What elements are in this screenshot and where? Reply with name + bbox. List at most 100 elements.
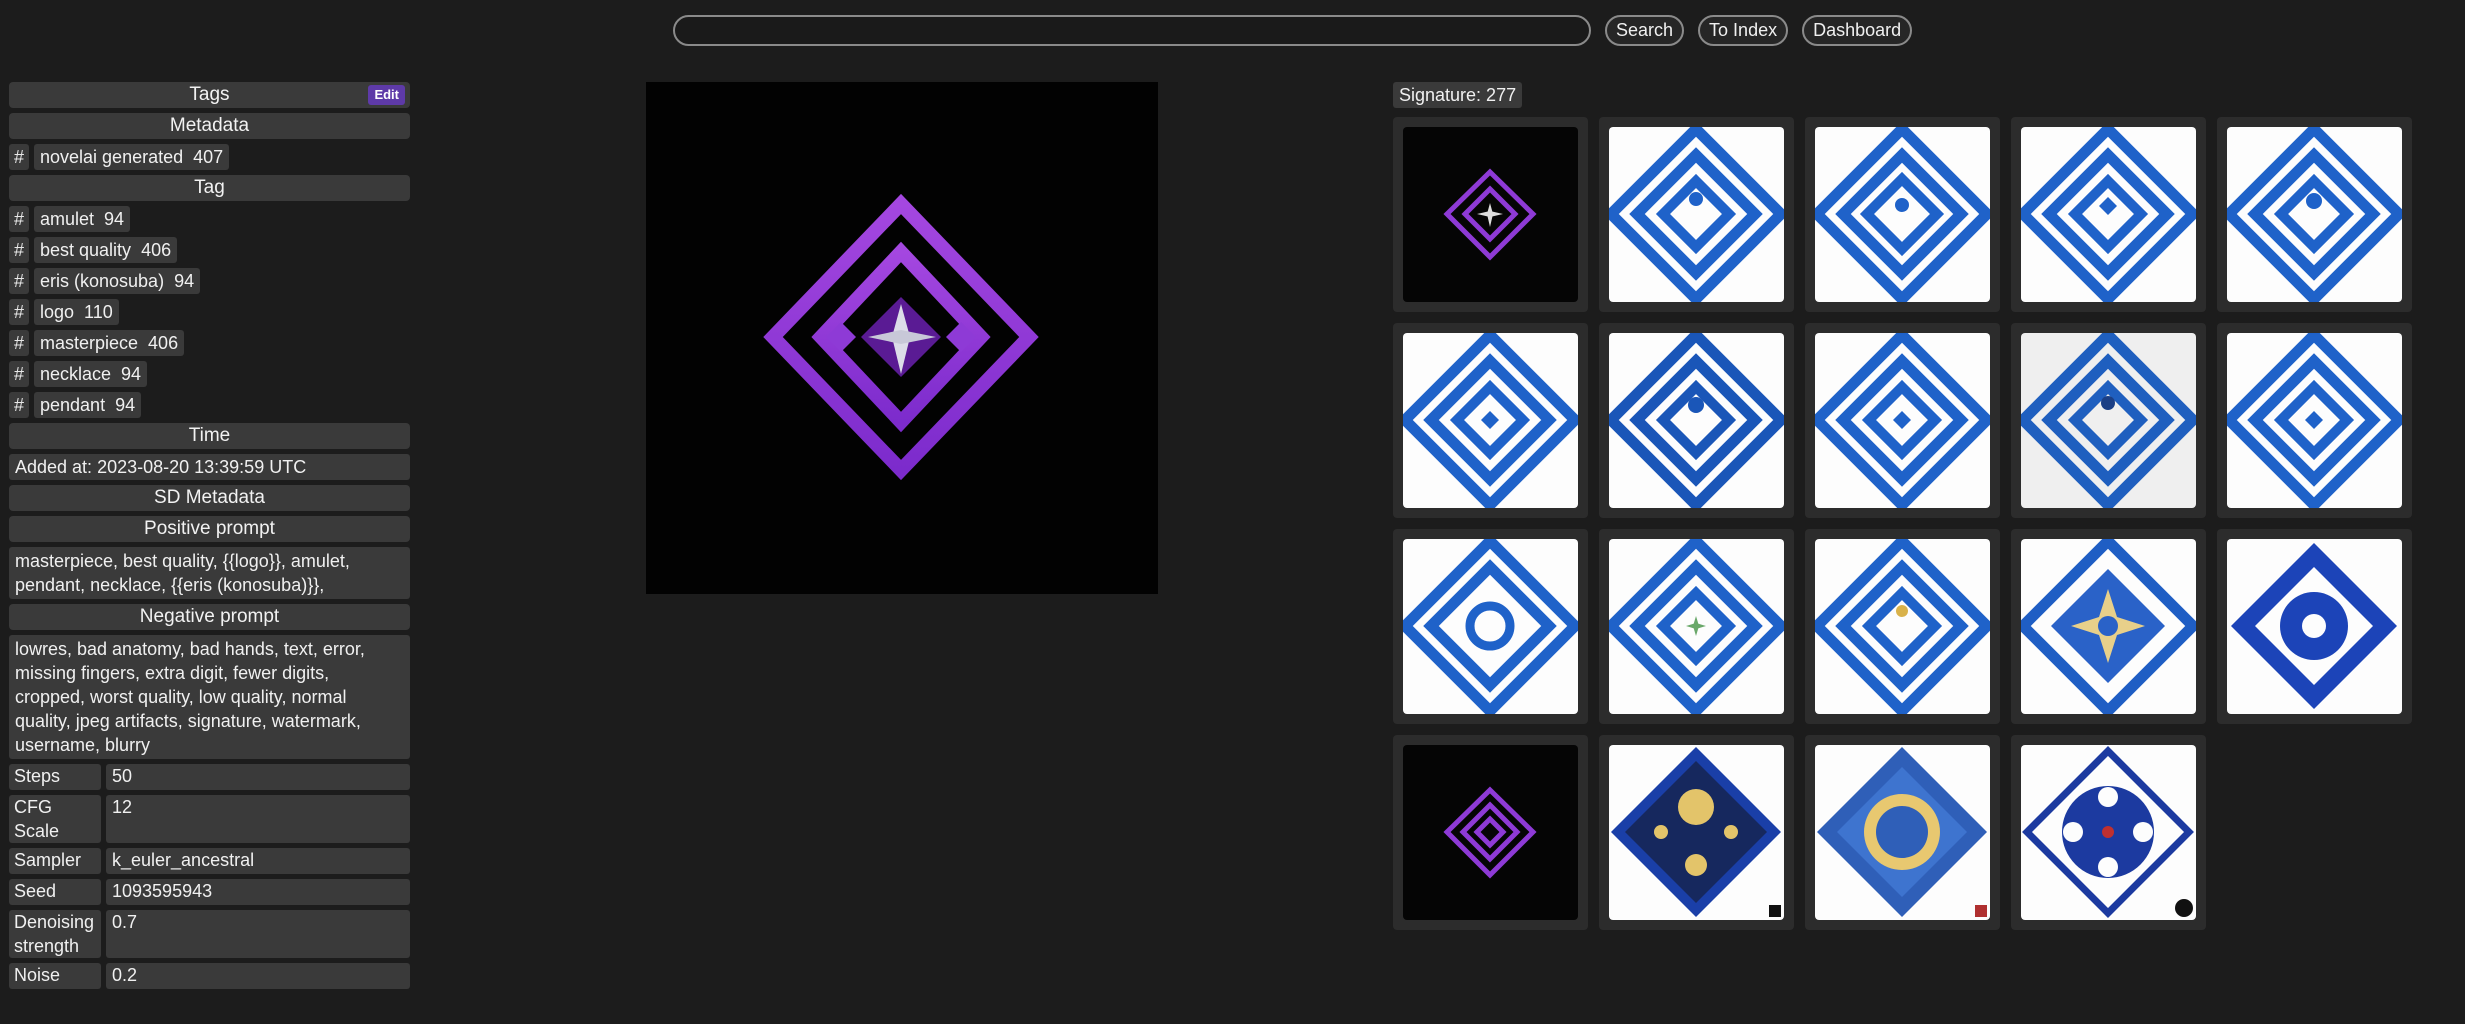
param-value: 0.2 xyxy=(106,963,410,989)
similar-image-tile[interactable] xyxy=(2011,735,2206,930)
tag-row: # necklace 94 xyxy=(9,361,410,387)
tag-hash-button[interactable]: # xyxy=(9,392,29,418)
param-row-steps: Steps 50 xyxy=(9,764,410,790)
param-key: Steps xyxy=(9,764,101,790)
similar-image-tile[interactable] xyxy=(1805,735,2000,930)
tags-header: Tags Edit xyxy=(9,82,410,108)
param-value: 0.7 xyxy=(106,910,410,958)
blue-diamond-thumb xyxy=(2227,127,2402,302)
similar-image-tile[interactable] xyxy=(2217,529,2412,724)
time-header: Time xyxy=(9,423,410,449)
blue-diamond-thumb xyxy=(1609,127,1784,302)
tag-hash-button[interactable]: # xyxy=(9,144,29,170)
tag-name: eris (konosuba) xyxy=(40,271,165,291)
blue-diamond-thumb xyxy=(1609,333,1784,508)
param-row-cfg-scale: CFG Scale 12 xyxy=(9,795,410,843)
main-image xyxy=(646,82,1158,594)
tag-row: # pendant 94 xyxy=(9,392,410,418)
similar-image-tile[interactable] xyxy=(1805,323,2000,518)
similar-image-tile[interactable] xyxy=(1599,735,1794,930)
param-value: 12 xyxy=(106,795,410,843)
similar-image-tile[interactable] xyxy=(2217,323,2412,518)
tag-chip[interactable]: eris (konosuba) 94 xyxy=(34,268,201,294)
tag-chip[interactable]: necklace 94 xyxy=(34,361,148,387)
similar-image-tile[interactable] xyxy=(1393,735,1588,930)
blue-ornament-thumb xyxy=(2231,543,2397,709)
tag-chip[interactable]: amulet 94 xyxy=(34,206,131,232)
similar-image-tile[interactable] xyxy=(1805,117,2000,312)
purple-emblem-image xyxy=(763,193,1039,481)
tag-name: masterpiece xyxy=(40,333,139,353)
similar-image-tile[interactable] xyxy=(2011,323,2206,518)
tag-name: necklace xyxy=(40,364,112,384)
to-index-button[interactable]: To Index xyxy=(1698,14,1789,46)
blue-star-sun-thumb xyxy=(1817,747,1987,917)
tag-count: 406 xyxy=(148,333,179,353)
similar-image-tile[interactable] xyxy=(1599,323,1794,518)
tag-name: amulet xyxy=(40,209,95,229)
blue-diamond-thumb xyxy=(1609,539,1784,714)
tag-hash-button[interactable]: # xyxy=(9,268,29,294)
added-at: Added at: 2023-08-20 13:39:59 UTC xyxy=(9,454,410,480)
param-value: 1093595943 xyxy=(106,879,410,905)
purple-diamond-thumb xyxy=(1443,786,1537,879)
similar-image-tile[interactable] xyxy=(1393,323,1588,518)
similar-image-tile[interactable] xyxy=(1599,117,1794,312)
tag-hash-button[interactable]: # xyxy=(9,299,29,325)
navy-medallion-thumb xyxy=(1611,747,1781,917)
tag-count: 94 xyxy=(174,271,195,291)
search-input[interactable] xyxy=(673,14,1591,46)
tag-row: # logo 110 xyxy=(9,299,410,325)
dashboard-button[interactable]: Dashboard xyxy=(1802,14,1913,46)
negative-prompt: lowres, bad anatomy, bad hands, text, er… xyxy=(9,635,410,759)
blue-diamond-thumb xyxy=(1403,539,1578,714)
tag-row: # novelai generated 407 xyxy=(9,144,410,170)
tag-chip[interactable]: best quality 406 xyxy=(34,237,178,263)
search-button[interactable]: Search xyxy=(1605,14,1685,46)
tag-count: 406 xyxy=(141,240,172,260)
similar-images-grid xyxy=(1393,117,2412,930)
tag-hash-button[interactable]: # xyxy=(9,361,29,387)
tag-chip[interactable]: pendant 94 xyxy=(34,392,142,418)
blue-diamond-thumb xyxy=(1815,333,1990,508)
tag-hash-button[interactable]: # xyxy=(9,237,29,263)
tags-header-label: Tags xyxy=(189,84,230,105)
similar-image-tile[interactable] xyxy=(2011,529,2206,724)
param-key: Seed xyxy=(9,879,101,905)
tag-count: 94 xyxy=(115,395,136,415)
blue-diamond-thumb xyxy=(2021,333,2196,508)
sd-metadata-header: SD Metadata xyxy=(9,485,410,511)
tag-count: 407 xyxy=(193,147,224,167)
param-row-noise: Noise 0.2 xyxy=(9,963,410,989)
blue-diamond-thumb xyxy=(1815,127,1990,302)
tag-name: best quality xyxy=(40,240,132,260)
edit-tags-button[interactable]: Edit xyxy=(368,85,405,105)
tag-count: 94 xyxy=(104,209,125,229)
param-row-seed: Seed 1093595943 xyxy=(9,879,410,905)
negative-prompt-header: Negative prompt xyxy=(9,604,410,630)
tag-chip[interactable]: logo 110 xyxy=(34,299,119,325)
blue-diamond-thumb xyxy=(1403,333,1578,508)
blue-diamond-thumb xyxy=(1815,539,1990,714)
tag-chip[interactable]: novelai generated 407 xyxy=(34,144,230,170)
similar-image-tile[interactable] xyxy=(2217,117,2412,312)
param-key: Sampler xyxy=(9,848,101,874)
similar-image-tile[interactable] xyxy=(2011,117,2206,312)
param-key: CFG Scale xyxy=(9,795,101,843)
tag-hash-button[interactable]: # xyxy=(9,330,29,356)
sidebar: Tags Edit Metadata # novelai generated 40… xyxy=(9,82,410,994)
tag-row: # amulet 94 xyxy=(9,206,410,232)
similar-image-tile[interactable] xyxy=(1805,529,2000,724)
similar-image-tile[interactable] xyxy=(1393,529,1588,724)
param-value: k_euler_ancestral xyxy=(106,848,410,874)
tag-chip[interactable]: masterpiece 406 xyxy=(34,330,185,356)
tag-name: novelai generated xyxy=(40,147,184,167)
param-row-sampler: Sampler k_euler_ancestral xyxy=(9,848,410,874)
similar-image-tile[interactable] xyxy=(1599,529,1794,724)
positive-prompt-header: Positive prompt xyxy=(9,516,410,542)
similar-image-tile[interactable] xyxy=(1393,117,1588,312)
tag-hash-button[interactable]: # xyxy=(9,206,29,232)
signature-label: Signature: 277 xyxy=(1393,82,1523,108)
positive-prompt: masterpiece, best quality, {{logo}}, amu… xyxy=(9,547,410,599)
tag-count: 94 xyxy=(121,364,142,384)
